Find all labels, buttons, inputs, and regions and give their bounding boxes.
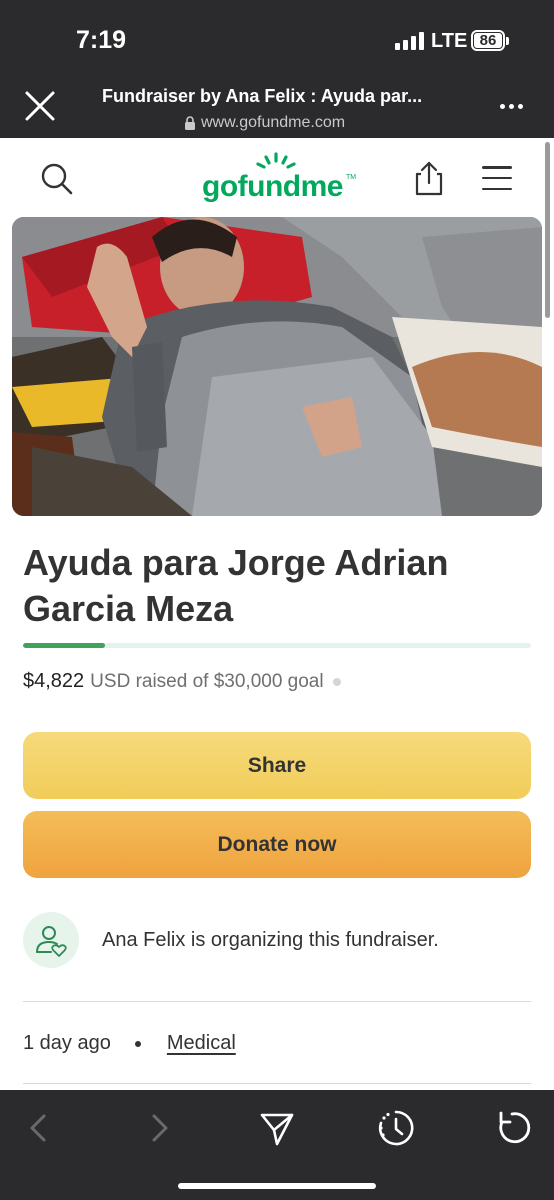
scrollbar[interactable] xyxy=(545,142,550,318)
site-header: gofundme TM xyxy=(0,138,554,218)
browser-url[interactable]: www.gofundme.com xyxy=(184,114,345,132)
browser-url-text: www.gofundme.com xyxy=(201,114,346,131)
logo-trademark: TM xyxy=(346,174,357,181)
fundraiser-photo xyxy=(12,217,542,516)
progress-bar xyxy=(23,643,531,648)
posted-time: 1 day ago xyxy=(23,1032,111,1054)
donate-button[interactable]: Donate now xyxy=(23,811,531,878)
organizer-text: Ana Felix is organizing this fundraiser. xyxy=(102,929,439,951)
share-button[interactable]: Share xyxy=(23,732,531,799)
gofundme-logo[interactable]: gofundme TM xyxy=(202,152,362,208)
divider xyxy=(23,1083,531,1084)
raised-goal-text: USD raised of $30,000 goal xyxy=(90,670,324,692)
send-icon[interactable] xyxy=(255,1106,299,1150)
network-type: LTE xyxy=(431,30,468,52)
reload-icon[interactable] xyxy=(492,1106,536,1150)
status-dot-icon xyxy=(332,677,341,686)
fundraiser-meta: 1 day ago Medical xyxy=(23,1032,236,1055)
search-icon[interactable] xyxy=(40,162,74,196)
close-icon[interactable] xyxy=(24,90,56,122)
organizer-avatar xyxy=(23,912,79,968)
lock-icon xyxy=(185,116,195,130)
chevron-right-icon[interactable] xyxy=(136,1106,180,1150)
menu-icon[interactable] xyxy=(482,166,512,190)
category-link[interactable]: Medical xyxy=(167,1032,236,1055)
share-icon[interactable] xyxy=(412,160,446,198)
status-bar: 7:19 LTE 86 xyxy=(0,0,554,78)
battery-icon: 86 xyxy=(471,30,509,51)
more-icon[interactable] xyxy=(500,104,523,109)
photo-image xyxy=(12,217,542,516)
logo-text: gofundme xyxy=(202,170,343,203)
home-indicator[interactable] xyxy=(178,1183,376,1189)
timer-icon[interactable] xyxy=(374,1106,418,1150)
raised-summary: $4,822 USD raised of $30,000 goal xyxy=(23,670,341,693)
browser-header: Fundraiser by Ana Felix : Ayuda par... w… xyxy=(0,78,554,138)
browser-page-title: Fundraiser by Ana Felix : Ayuda par... xyxy=(102,86,423,106)
logo-sun-icon xyxy=(256,152,296,169)
raised-amount: $4,822 xyxy=(23,670,85,692)
status-time: 7:19 xyxy=(76,26,127,54)
signal-icon xyxy=(395,32,424,50)
divider xyxy=(23,1001,531,1002)
bullet-separator xyxy=(134,1040,141,1047)
battery-level: 86 xyxy=(474,33,502,48)
progress-fill xyxy=(23,643,105,648)
user-heart-icon xyxy=(36,926,67,957)
fundraiser-title: Ayuda para Jorge Adrian Garcia Meza xyxy=(23,542,449,629)
chevron-left-icon[interactable] xyxy=(18,1106,62,1150)
